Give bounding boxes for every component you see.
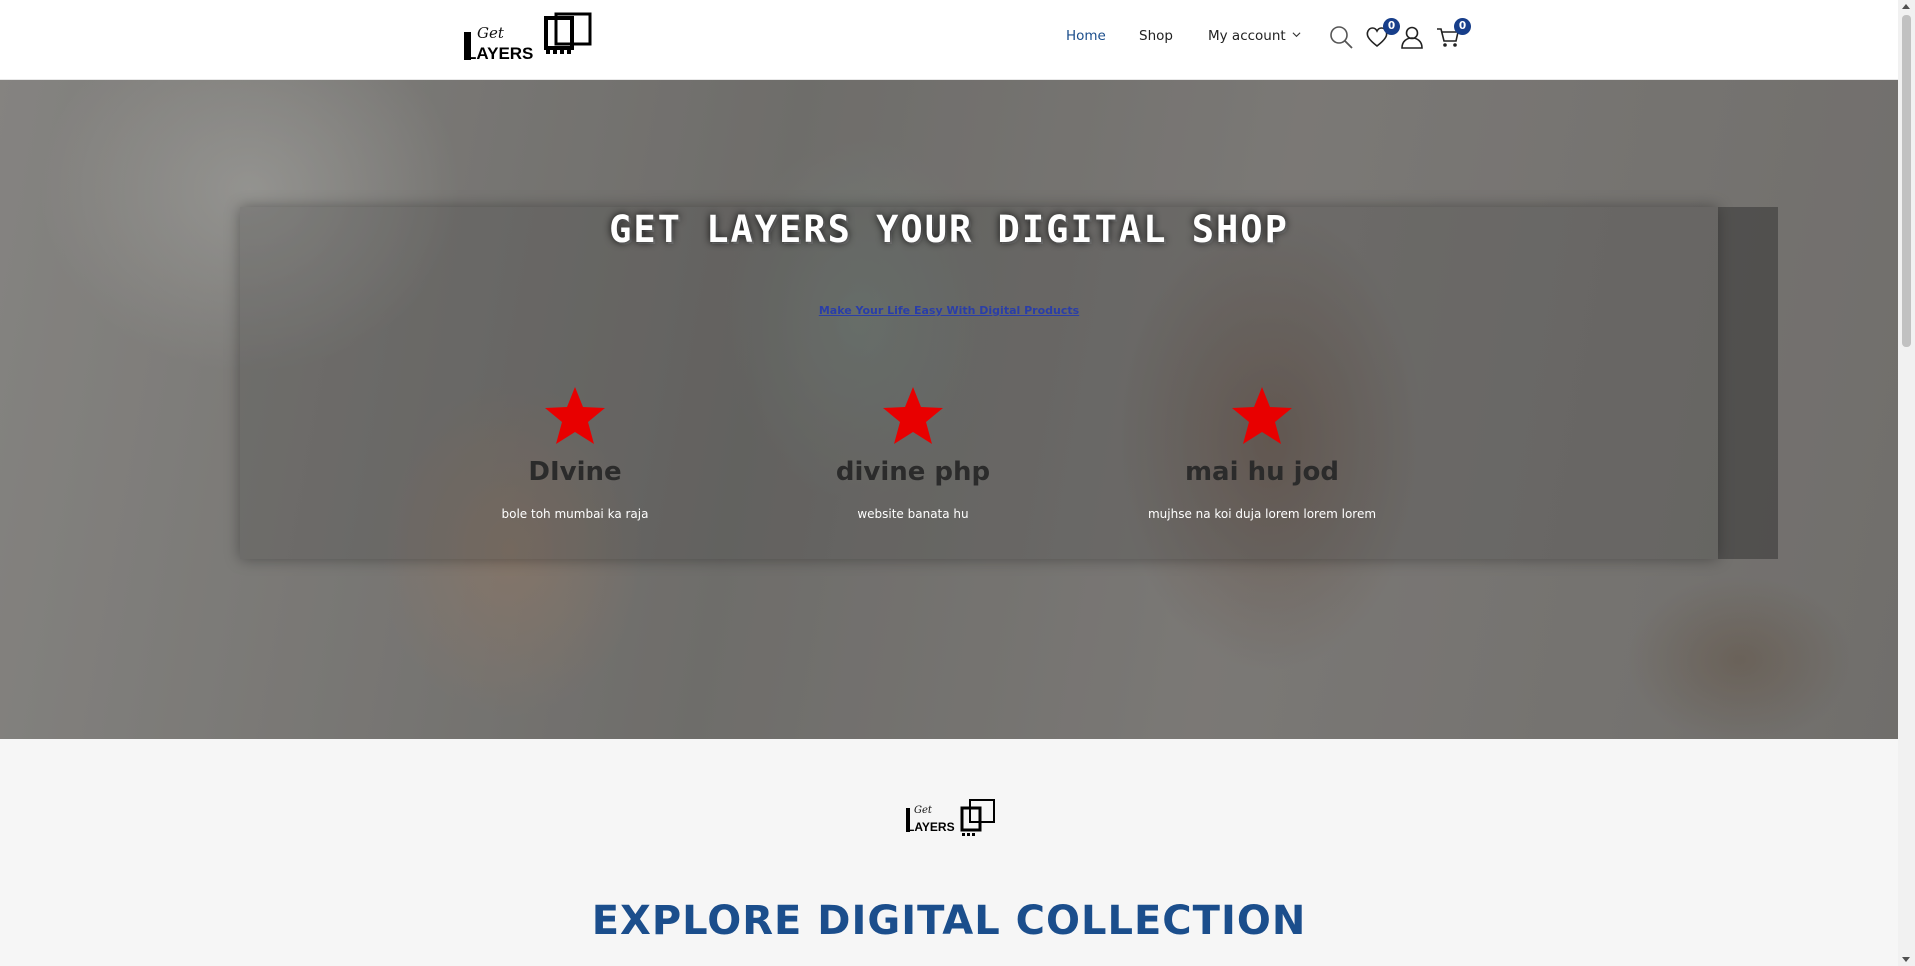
cart-button[interactable]: 0 xyxy=(1435,18,1471,50)
feature-card: DIvine bole toh mumbai ka raja xyxy=(405,385,745,521)
section-logo-text-top: Get xyxy=(914,805,933,816)
nav-my-account-label: My account xyxy=(1208,28,1286,44)
feature-text: mujhse na koi duja lorem lorem lorem xyxy=(1147,507,1377,521)
search-icon[interactable] xyxy=(1328,24,1354,50)
chevron-down-icon xyxy=(1292,32,1301,38)
section-title: EXPLORE DIGITAL COLLECTION xyxy=(591,898,1307,944)
hero-link[interactable]: Make Your Life Easy With Digital Product… xyxy=(0,304,1898,317)
scroll-down-arrow-icon[interactable] xyxy=(1902,957,1910,962)
scrollbar-thumb[interactable] xyxy=(1902,15,1911,347)
hero-title: GET LAYERS YOUR DIGITAL SHOP xyxy=(609,208,1289,251)
cart-count-badge: 0 xyxy=(1454,18,1471,35)
site-logo[interactable]: Get LAYERS xyxy=(460,12,600,64)
nav-shop[interactable]: Shop xyxy=(1139,28,1173,44)
feature-title: mai hu jod xyxy=(1184,457,1340,487)
feature-text: website banata hu xyxy=(857,507,969,521)
feature-title: DIvine xyxy=(528,457,622,487)
user-account-icon[interactable] xyxy=(1399,24,1425,50)
logo-text-top: Get xyxy=(477,24,505,42)
logo-text-main: LAYERS xyxy=(466,44,533,63)
feature-card: divine php website banata hu xyxy=(743,385,1083,521)
star-icon xyxy=(545,387,605,444)
star-icon xyxy=(1232,387,1292,444)
site-header: Get LAYERS Home Shop My account 0 0 xyxy=(0,0,1898,80)
hero-box-shadow xyxy=(1718,207,1778,559)
nav-my-account[interactable]: My account xyxy=(1208,28,1301,44)
page-scrollbar[interactable] xyxy=(1898,0,1915,966)
wishlist-count-badge: 0 xyxy=(1383,18,1400,35)
feature-title: divine php xyxy=(835,457,991,487)
star-icon xyxy=(883,387,943,444)
hero-banner: GET LAYERS YOUR DIGITAL SHOP Make Your L… xyxy=(0,80,1898,739)
feature-card: mai hu jod mujhse na koi duja lorem lore… xyxy=(1092,385,1432,521)
page: Get LAYERS Home Shop My account 0 0 GET … xyxy=(0,0,1915,966)
section-logo: Get LAYERS xyxy=(906,799,995,836)
wishlist-button[interactable]: 0 xyxy=(1364,18,1400,50)
scroll-up-arrow-icon[interactable] xyxy=(1902,4,1910,9)
feature-text: bole toh mumbai ka raja xyxy=(501,507,649,521)
nav-home[interactable]: Home xyxy=(1066,28,1106,44)
section-logo-text-main: LAYERS xyxy=(907,820,955,834)
